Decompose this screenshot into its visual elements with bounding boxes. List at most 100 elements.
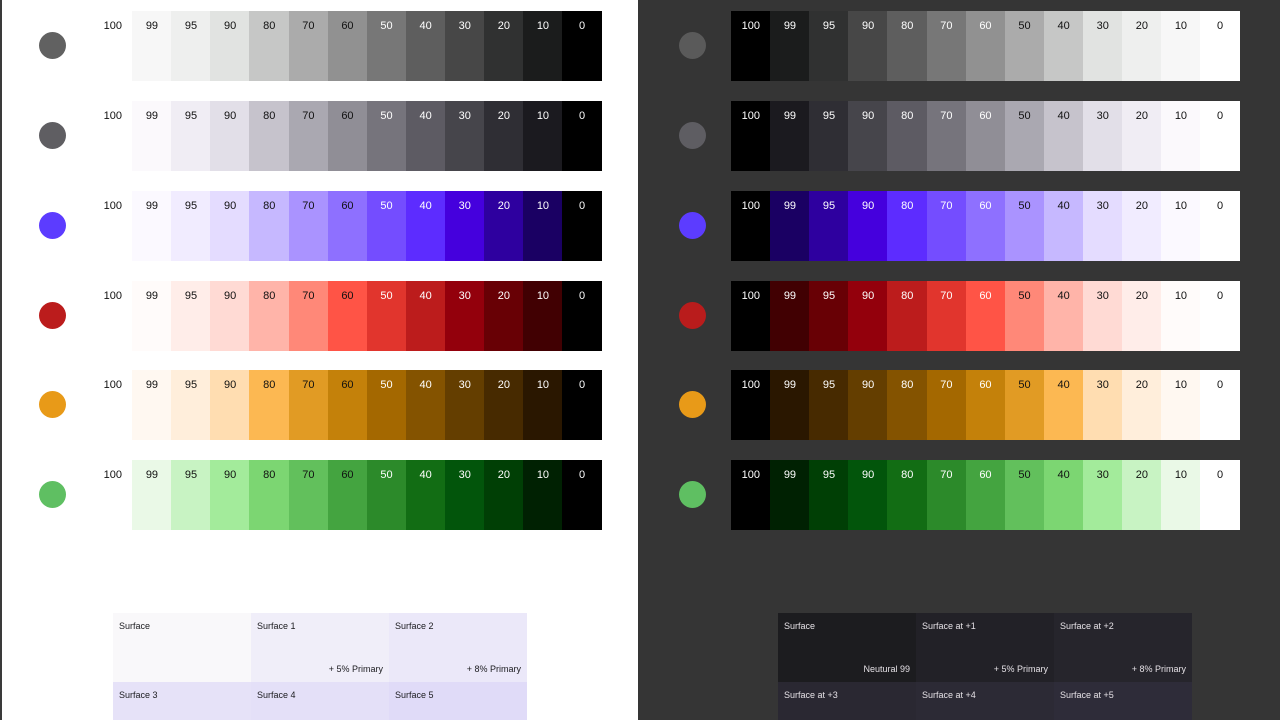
tone-swatch[interactable]: 60 xyxy=(327,460,368,530)
neutral-key-color-dot[interactable] xyxy=(39,32,66,59)
tone-swatch[interactable]: 20 xyxy=(1122,370,1162,440)
surface-tile-surface-4[interactable]: Surface 4 xyxy=(251,682,389,720)
tone-swatch[interactable]: 95 xyxy=(171,101,211,171)
tone-swatch[interactable]: 40 xyxy=(1043,370,1084,440)
tone-swatch[interactable]: 70 xyxy=(288,281,329,351)
tone-swatch[interactable]: 60 xyxy=(965,11,1006,81)
tone-swatch[interactable]: 10 xyxy=(523,370,563,440)
tone-swatch[interactable]: 80 xyxy=(887,281,928,351)
tone-swatch[interactable]: 95 xyxy=(809,101,849,171)
tone-swatch[interactable]: 90 xyxy=(210,11,250,81)
tone-swatch[interactable]: 30 xyxy=(444,11,485,81)
tone-swatch[interactable]: 0 xyxy=(1200,281,1240,351)
surface-tile-surface-2[interactable]: Surface 2 + 8% Primary xyxy=(389,613,527,683)
tone-swatch[interactable]: 95 xyxy=(809,11,849,81)
tone-swatch[interactable]: 20 xyxy=(484,191,524,261)
tone-swatch[interactable]: 50 xyxy=(366,101,407,171)
tone-swatch[interactable]: 30 xyxy=(1082,460,1123,530)
tone-swatch[interactable]: 99 xyxy=(770,191,810,261)
surface-tile-surface[interactable]: Surface Neutural 99 xyxy=(778,613,916,683)
tone-swatch[interactable]: 40 xyxy=(1043,281,1084,351)
tone-swatch[interactable]: 50 xyxy=(366,11,407,81)
tone-swatch[interactable]: 10 xyxy=(1161,11,1201,81)
tone-swatch[interactable]: 40 xyxy=(1043,101,1084,171)
surface-tile-surface-at-2[interactable]: Surface at +2 + 8% Primary xyxy=(1054,613,1192,683)
tone-swatch[interactable]: 0 xyxy=(562,191,602,261)
tone-swatch[interactable]: 80 xyxy=(887,101,928,171)
tone-swatch[interactable]: 90 xyxy=(210,370,250,440)
tone-swatch[interactable]: 10 xyxy=(1161,370,1201,440)
secondary-key-color-dot[interactable] xyxy=(679,391,706,418)
primary-key-color-dot[interactable] xyxy=(679,212,706,239)
tone-swatch[interactable]: 70 xyxy=(288,191,329,261)
tone-swatch[interactable]: 60 xyxy=(965,101,1006,171)
tone-swatch[interactable]: 99 xyxy=(132,191,172,261)
tone-swatch[interactable]: 30 xyxy=(1082,101,1123,171)
tone-swatch[interactable]: 50 xyxy=(366,281,407,351)
surface-tile-surface-3[interactable]: Surface 3 xyxy=(113,682,251,720)
secondary-key-color-dot[interactable] xyxy=(39,391,66,418)
tone-swatch[interactable]: 30 xyxy=(444,281,485,351)
tone-swatch[interactable]: 60 xyxy=(327,281,368,351)
tone-swatch[interactable]: 40 xyxy=(1043,460,1084,530)
tone-swatch[interactable]: 90 xyxy=(848,460,888,530)
tone-swatch[interactable]: 50 xyxy=(366,191,407,261)
tone-swatch[interactable]: 50 xyxy=(1004,460,1045,530)
tone-swatch[interactable]: 99 xyxy=(132,460,172,530)
tone-swatch[interactable]: 0 xyxy=(562,101,602,171)
tone-swatch[interactable]: 100 xyxy=(731,370,771,440)
neutral-key-color-dot[interactable] xyxy=(679,32,706,59)
tone-swatch[interactable]: 90 xyxy=(210,281,250,351)
tone-swatch[interactable]: 99 xyxy=(770,281,810,351)
tone-swatch[interactable]: 95 xyxy=(809,191,849,261)
tone-swatch[interactable]: 90 xyxy=(848,191,888,261)
tone-swatch[interactable]: 100 xyxy=(731,101,771,171)
tone-swatch[interactable]: 20 xyxy=(1122,11,1162,81)
tone-swatch[interactable]: 99 xyxy=(770,101,810,171)
tone-swatch[interactable]: 100 xyxy=(93,11,133,81)
tone-swatch[interactable]: 70 xyxy=(926,281,967,351)
tone-swatch[interactable]: 30 xyxy=(444,460,485,530)
tone-swatch[interactable]: 50 xyxy=(366,370,407,440)
tone-swatch[interactable]: 100 xyxy=(93,191,133,261)
tone-swatch[interactable]: 40 xyxy=(405,460,446,530)
tone-swatch[interactable]: 95 xyxy=(171,191,211,261)
tone-swatch[interactable]: 60 xyxy=(327,370,368,440)
tone-swatch[interactable]: 30 xyxy=(444,370,485,440)
tone-swatch[interactable]: 0 xyxy=(1200,191,1240,261)
tone-swatch[interactable]: 80 xyxy=(887,370,928,440)
tone-swatch[interactable]: 30 xyxy=(1082,370,1123,440)
tone-swatch[interactable]: 95 xyxy=(809,460,849,530)
tone-swatch[interactable]: 0 xyxy=(562,460,602,530)
surface-tile-surface-5[interactable]: Surface 5 xyxy=(389,682,527,720)
tone-swatch[interactable]: 99 xyxy=(132,370,172,440)
tone-swatch[interactable]: 0 xyxy=(562,281,602,351)
tone-swatch[interactable]: 70 xyxy=(288,101,329,171)
tone-swatch[interactable]: 50 xyxy=(1004,101,1045,171)
tone-swatch[interactable]: 20 xyxy=(1122,191,1162,261)
tone-swatch[interactable]: 40 xyxy=(405,191,446,261)
tone-swatch[interactable]: 30 xyxy=(444,101,485,171)
tone-swatch[interactable]: 70 xyxy=(926,191,967,261)
tone-swatch[interactable]: 30 xyxy=(1082,191,1123,261)
tone-swatch[interactable]: 80 xyxy=(249,460,290,530)
tone-swatch[interactable]: 20 xyxy=(484,460,524,530)
tone-swatch[interactable]: 100 xyxy=(93,281,133,351)
tone-swatch[interactable]: 20 xyxy=(484,101,524,171)
tone-swatch[interactable]: 40 xyxy=(405,11,446,81)
tone-swatch[interactable]: 80 xyxy=(887,191,928,261)
tone-swatch[interactable]: 0 xyxy=(562,11,602,81)
tone-swatch[interactable]: 80 xyxy=(887,460,928,530)
primary-key-color-dot[interactable] xyxy=(39,212,66,239)
tone-swatch[interactable]: 20 xyxy=(484,281,524,351)
tone-swatch[interactable]: 10 xyxy=(1161,281,1201,351)
tone-swatch[interactable]: 70 xyxy=(926,460,967,530)
tone-swatch[interactable]: 10 xyxy=(523,101,563,171)
tone-swatch[interactable]: 60 xyxy=(965,460,1006,530)
surface-tile-surface-at-5[interactable]: Surface at +5 xyxy=(1054,682,1192,720)
neutral-variant-key-color-dot[interactable] xyxy=(39,122,66,149)
tone-swatch[interactable]: 99 xyxy=(132,281,172,351)
tone-swatch[interactable]: 100 xyxy=(731,281,771,351)
tone-swatch[interactable]: 50 xyxy=(1004,191,1045,261)
tone-swatch[interactable]: 90 xyxy=(210,101,250,171)
